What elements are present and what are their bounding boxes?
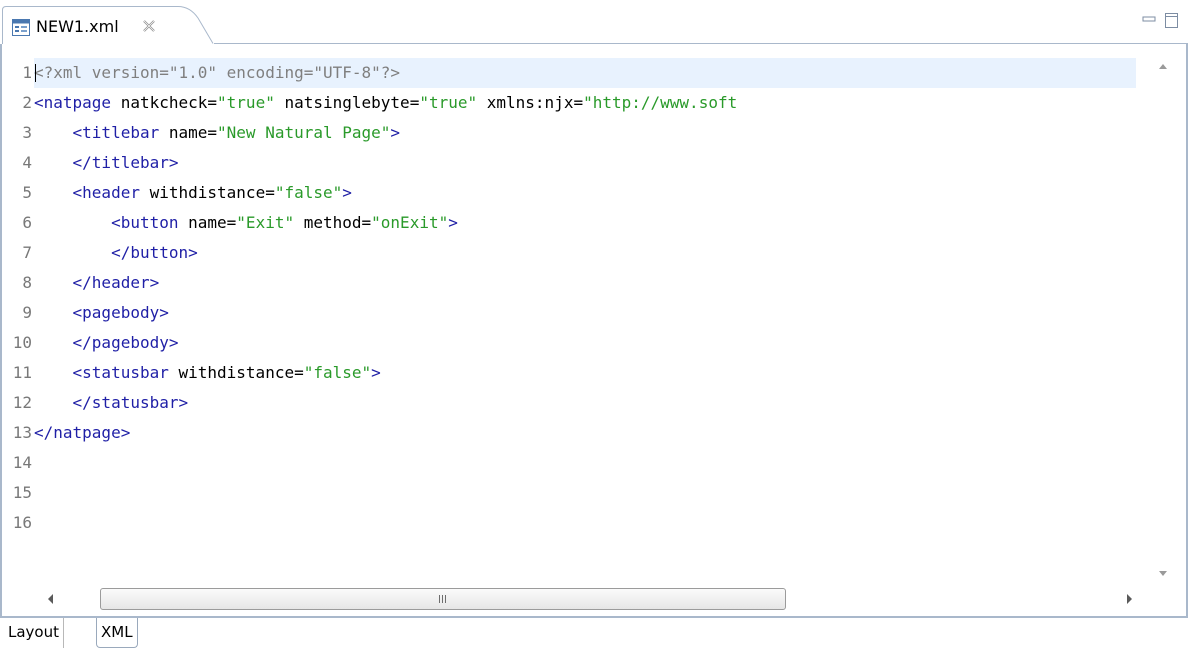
scroll-up-arrow-icon[interactable]: [1154, 58, 1172, 76]
xml-tag: <natpage: [34, 93, 112, 112]
view-controls: [1140, 10, 1184, 30]
tab-title: NEW1.xml: [36, 17, 119, 36]
line-number: 5: [22, 183, 32, 202]
xml-attribute-value: "onExit": [371, 213, 449, 232]
code-line[interactable]: <natpage natkcheck="true" natsinglebyte=…: [34, 88, 737, 118]
code-line[interactable]: <pagebody>: [34, 298, 169, 328]
xml-attribute-name: name=: [178, 213, 237, 232]
code-line[interactable]: </button>: [34, 238, 198, 268]
horizontal-scroll-thumb[interactable]: [100, 588, 786, 610]
xml-tag: </header>: [72, 273, 160, 292]
xml-tag: </statusbar>: [72, 393, 189, 412]
text-caret: [35, 64, 36, 82]
xml-tag: <titlebar: [72, 123, 160, 142]
xml-tag: </natpage>: [34, 423, 131, 442]
vertical-scrollbar[interactable]: [1146, 58, 1180, 584]
code-line[interactable]: </pagebody>: [34, 328, 179, 358]
line-number: 12: [12, 393, 32, 412]
line-number-ruler: 1 2 3 4 5 6 7 8 9 10 11 12 13 14 15 16: [2, 44, 34, 586]
code-line[interactable]: </titlebar>: [34, 148, 179, 178]
scroll-right-arrow-icon[interactable]: [1120, 590, 1138, 608]
xml-file-icon: [12, 19, 30, 36]
xml-attribute-value: "true": [217, 93, 275, 112]
code-line[interactable]: <?xml version="1.0" encoding="UTF-8"?>: [34, 58, 400, 88]
xml-tag: <statusbar: [72, 363, 169, 382]
scroll-left-arrow-icon[interactable]: [42, 590, 60, 608]
line-number: 2: [22, 93, 32, 112]
xml-attribute-value: "false": [274, 183, 343, 202]
xml-tag: <header: [72, 183, 140, 202]
line-number: 7: [22, 243, 32, 262]
line-number: 14: [12, 453, 32, 472]
scroll-grip-icon: [439, 595, 446, 603]
code-line[interactable]: </header>: [34, 268, 160, 298]
close-icon[interactable]: [142, 19, 156, 33]
minimize-icon[interactable]: [1140, 10, 1160, 30]
tab-xml[interactable]: XML: [96, 618, 138, 648]
line-number: 4: [22, 153, 32, 172]
xml-attribute-name: natkcheck=: [111, 93, 218, 112]
xml-tag: >: [342, 183, 352, 202]
xml-attribute-name: natsinglebyte=: [274, 93, 420, 112]
xml-declaration: <?xml version="1.0" encoding="UTF-8"?>: [34, 63, 401, 82]
xml-tag: <pagebody>: [72, 303, 169, 322]
scroll-down-arrow-icon[interactable]: [1154, 564, 1172, 582]
xml-attribute-name: method=: [294, 213, 372, 232]
xml-tag: </button>: [111, 243, 198, 262]
line-number: 13: [12, 423, 32, 442]
xml-tag: >: [390, 123, 401, 142]
code-line[interactable]: </statusbar>: [34, 388, 189, 418]
xml-editor-window: NEW1.xml 1 2 3 4 5 6 7 8 9 10 11 12 13 14 15 16 <?xml v…: [0, 0, 1188, 652]
code-line[interactable]: <statusbar withdistance="false">: [34, 358, 381, 388]
xml-attribute-name: withdistance=: [139, 183, 275, 202]
xml-tag: <button: [111, 213, 179, 232]
code-line[interactable]: <button name="Exit" method="onExit">: [34, 208, 458, 238]
xml-tag: >: [371, 363, 381, 382]
line-number: 6: [22, 213, 32, 232]
line-number: 15: [12, 483, 32, 502]
xml-tag: </titlebar>: [72, 153, 179, 172]
xml-attribute-value: "true": [419, 93, 478, 112]
editor-page-tabs: Layout XML: [0, 618, 1188, 652]
editor-tab-new1-xml[interactable]: NEW1.xml: [2, 6, 214, 44]
code-text-area[interactable]: <?xml version="1.0" encoding="UTF-8"?> <n…: [34, 44, 1136, 584]
line-number: 3: [22, 123, 32, 142]
line-number: 16: [12, 513, 32, 532]
xml-attribute-value: "Exit": [236, 213, 295, 232]
xml-attribute-value: "false": [303, 363, 372, 382]
xml-attribute-name: xmlns:njx=: [477, 93, 584, 112]
code-line[interactable]: <titlebar name="New Natural Page">: [34, 118, 401, 148]
xml-source-editor: 1 2 3 4 5 6 7 8 9 10 11 12 13 14 15 16 <?xml version="1…: [0, 44, 1188, 618]
maximize-icon[interactable]: [1162, 10, 1182, 30]
xml-attribute-value: "New Natural Page": [217, 123, 391, 142]
line-number: 8: [22, 273, 32, 292]
xml-attribute-name: name=: [159, 123, 218, 142]
xml-attribute-value: "http://www.soft: [583, 93, 738, 112]
line-number: 9: [22, 303, 32, 322]
line-number: 1: [22, 63, 32, 82]
line-number: 11: [12, 363, 32, 382]
line-number: 10: [12, 333, 32, 352]
xml-attribute-name: withdistance=: [168, 363, 304, 382]
xml-tag: </pagebody>: [72, 333, 179, 352]
tab-layout[interactable]: Layout: [4, 618, 64, 648]
code-line[interactable]: </natpage>: [34, 418, 130, 448]
horizontal-scrollbar[interactable]: [34, 584, 1146, 614]
xml-tag: >: [448, 213, 458, 232]
code-line[interactable]: <header withdistance="false">: [34, 178, 352, 208]
editor-tab-bar: NEW1.xml: [0, 0, 1188, 44]
